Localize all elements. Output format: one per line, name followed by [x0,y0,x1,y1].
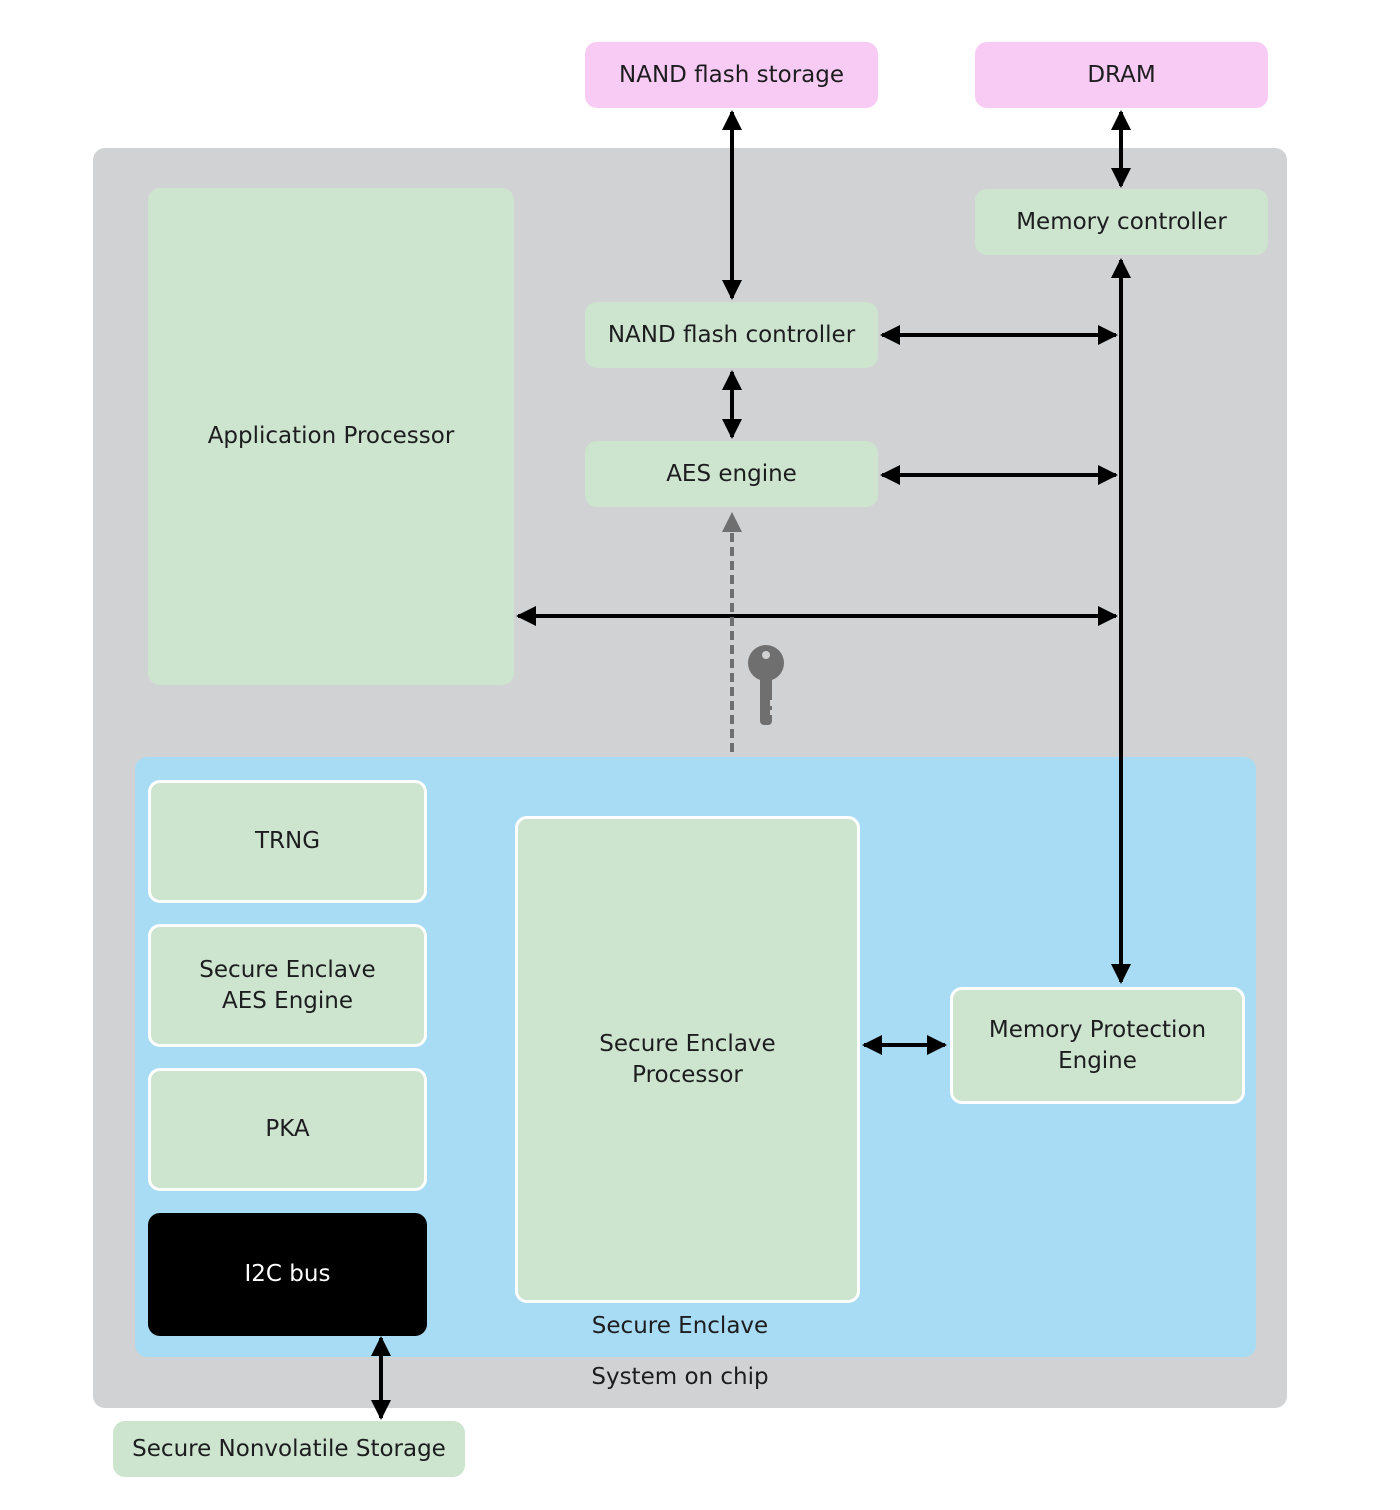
key-icon [748,645,784,725]
connectors-layer [371,110,1131,1420]
